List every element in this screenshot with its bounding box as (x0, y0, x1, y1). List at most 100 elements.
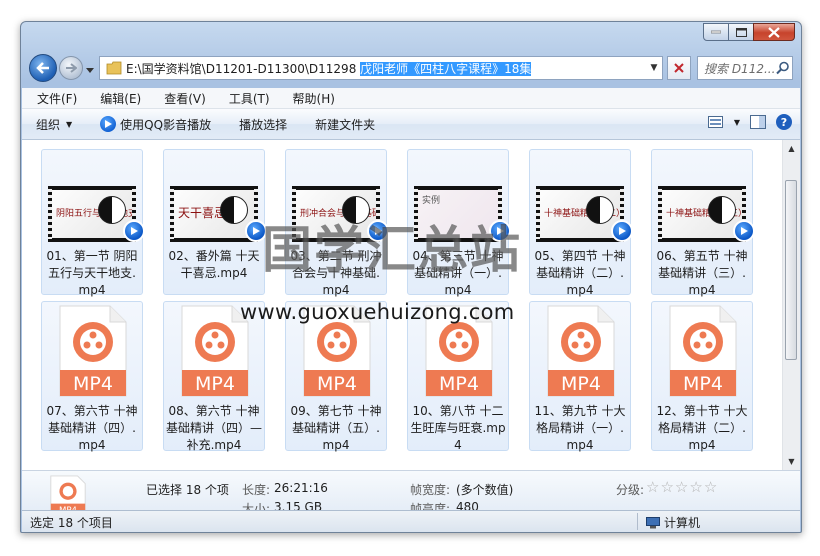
star-icon[interactable]: ☆ (675, 480, 688, 495)
play-icon (131, 227, 138, 235)
watermark-url: www.guoxuehuizong.com (240, 300, 515, 324)
menu-view[interactable]: 查看(V) (149, 90, 214, 107)
qq-player-icon (611, 220, 633, 242)
taiji-icon (708, 196, 736, 224)
file-name: 01、第一节 阴阳五行与天干地支.mp4 (46, 249, 138, 297)
view-dropdown-icon[interactable]: ▼ (734, 118, 740, 127)
file-badge-text: MP4 (683, 373, 723, 395)
maximize-button[interactable] (728, 23, 754, 41)
window-controls (703, 23, 795, 41)
file-tile[interactable]: MP4 12、第十节 十大格局精讲（二）.mp4 (651, 301, 753, 452)
mp4-file-icon: MP4 (59, 305, 127, 397)
taiji-icon (220, 196, 248, 224)
menu-help[interactable]: 帮助(H) (278, 90, 343, 107)
frame-width-value: (多个数值) (456, 483, 514, 497)
file-name: 07、第六节 十神基础精讲（四）.mp4 (46, 404, 138, 452)
command-bar-right: ▼ ? (707, 114, 792, 130)
arrow-right-icon (66, 63, 77, 73)
thumbnail-text: 天干喜忌 (178, 206, 227, 220)
address-path: E:\国学资料馆\D11201-D11300\D11298 戊阳老师《四柱八字课… (126, 60, 646, 77)
details-pane: MP4 已选择 18 个项 长度: 26:21:16 大小: 3.15 GB 帧… (22, 470, 800, 517)
close-button[interactable] (753, 23, 795, 41)
menu-edit[interactable]: 编辑(E) (85, 90, 149, 107)
minimize-icon (711, 30, 721, 34)
search-input[interactable]: 搜索 D112... (697, 56, 793, 80)
minimize-button[interactable] (703, 23, 729, 41)
file-name: 12、第十节 十大格局精讲（二）.mp4 (656, 404, 748, 452)
arrow-left-icon (36, 62, 49, 74)
selected-count: 已选择 18 个项 (146, 483, 229, 497)
play-icon (253, 227, 260, 235)
scroll-thumb[interactable] (785, 180, 797, 360)
file-name: 09、第七节 十神基础精讲（五）.mp4 (290, 404, 382, 452)
play-icon (619, 227, 626, 235)
view-options-icon[interactable] (707, 115, 724, 129)
file-tile[interactable]: 天干喜忌 02、番外篇 十天干喜忌.mp4 (163, 149, 267, 295)
stop-button[interactable] (667, 56, 691, 80)
back-button[interactable] (29, 54, 57, 82)
taiji-icon (98, 196, 126, 224)
file-name: 10、第八节 十二生旺库与旺衰.mp4 (410, 404, 506, 452)
scroll-up-icon[interactable]: ▲ (783, 140, 800, 157)
forward-button[interactable] (59, 56, 83, 80)
length-value: 26:21:16 (274, 481, 328, 495)
qq-player-icon (733, 220, 755, 242)
file-name: 11、第九节 十大格局精讲（一）.mp4 (534, 404, 626, 452)
menu-tools[interactable]: 工具(T) (214, 90, 278, 107)
play-qq-label: 使用QQ影音播放 (120, 117, 212, 132)
vertical-scrollbar[interactable]: ▲ ▼ (782, 140, 800, 470)
mp4-file-icon: MP4 (547, 305, 615, 397)
star-icon[interactable]: ☆ (704, 480, 717, 495)
menu-bar: 文件(F) 编辑(E) 查看(V) 工具(T) 帮助(H) (22, 88, 800, 109)
file-tile[interactable]: MP4 07、第六节 十神基础精讲（四）.mp4 (41, 301, 143, 452)
file-badge-text: MP4 (561, 373, 601, 395)
close-icon (768, 26, 780, 38)
play-icon (741, 227, 748, 235)
play-icon (105, 120, 113, 128)
file-name: 02、番外篇 十天干喜忌.mp4 (168, 249, 260, 280)
address-path-selected: 戊阳老师《四柱八字课程》18集 (360, 61, 532, 76)
file-name: 08、第六节 十神基础精讲（四）—补充.mp4 (166, 404, 263, 452)
file-tile[interactable]: MP4 11、第九节 十大格局精讲（一）.mp4 (529, 301, 631, 452)
address-dropdown[interactable]: ▼ (646, 63, 662, 73)
watermark-title: 国学汇总站 (262, 221, 522, 279)
chevron-down-icon: ▼ (66, 119, 73, 129)
taiji-icon (586, 196, 614, 224)
new-folder-button[interactable]: 新建文件夹 (301, 116, 389, 133)
address-row: E:\国学资料馆\D11201-D11300\D11298 戊阳老师《四柱八字课… (29, 54, 793, 82)
menu-file[interactable]: 文件(F) (22, 90, 85, 107)
chevron-down-icon (86, 68, 94, 73)
play-select-label: 播放选择 (239, 117, 288, 132)
status-selection: 选定 18 个项目 (30, 516, 113, 530)
star-icon[interactable]: ☆ (660, 480, 673, 495)
mp4-file-icon: MP4 (669, 305, 737, 397)
thumbnail-text: 实例 (422, 196, 441, 206)
scroll-down-icon[interactable]: ▼ (783, 453, 800, 470)
history-dropdown[interactable] (86, 63, 94, 77)
search-icon[interactable] (774, 61, 792, 75)
status-location: 计算机 (646, 514, 700, 531)
play-qq-button[interactable]: 使用QQ影音播放 (86, 116, 225, 133)
address-bar[interactable]: E:\国学资料馆\D11201-D11300\D11298 戊阳老师《四柱八字课… (99, 56, 663, 80)
help-icon[interactable]: ? (776, 114, 792, 130)
file-tile[interactable]: 十神基础精讲（三） 06、第五节 十神基础精讲（三）.mp4 (651, 149, 755, 297)
length-label: 长度: (242, 483, 271, 497)
organize-label: 组织 (36, 117, 61, 132)
file-tile[interactable]: 阴阳五行与天干地支 01、第一节 阴阳五行与天干地支.mp4 (41, 149, 145, 297)
status-computer: 计算机 (664, 516, 701, 530)
search-placeholder: 搜索 D112... (704, 61, 774, 76)
star-icon[interactable]: ☆ (646, 480, 659, 495)
command-bar: 组织 ▼ 使用QQ影音播放 播放选择 新建文件夹 ▼ ? (22, 109, 800, 140)
folder-icon (106, 61, 122, 75)
preview-pane-icon[interactable] (750, 115, 766, 129)
organize-button[interactable]: 组织 ▼ (22, 116, 86, 133)
frame-width-label: 帧宽度: (410, 483, 451, 497)
file-badge-text: MP4 (73, 373, 113, 395)
play-select-button[interactable]: 播放选择 (225, 116, 301, 133)
qq-player-icon (123, 220, 145, 242)
star-icon[interactable]: ☆ (689, 480, 702, 495)
new-folder-label: 新建文件夹 (315, 117, 376, 132)
computer-icon (646, 516, 660, 528)
qq-player-icon (100, 116, 117, 132)
rating-stars[interactable]: ☆ ☆ ☆ ☆ ☆ (646, 480, 717, 495)
